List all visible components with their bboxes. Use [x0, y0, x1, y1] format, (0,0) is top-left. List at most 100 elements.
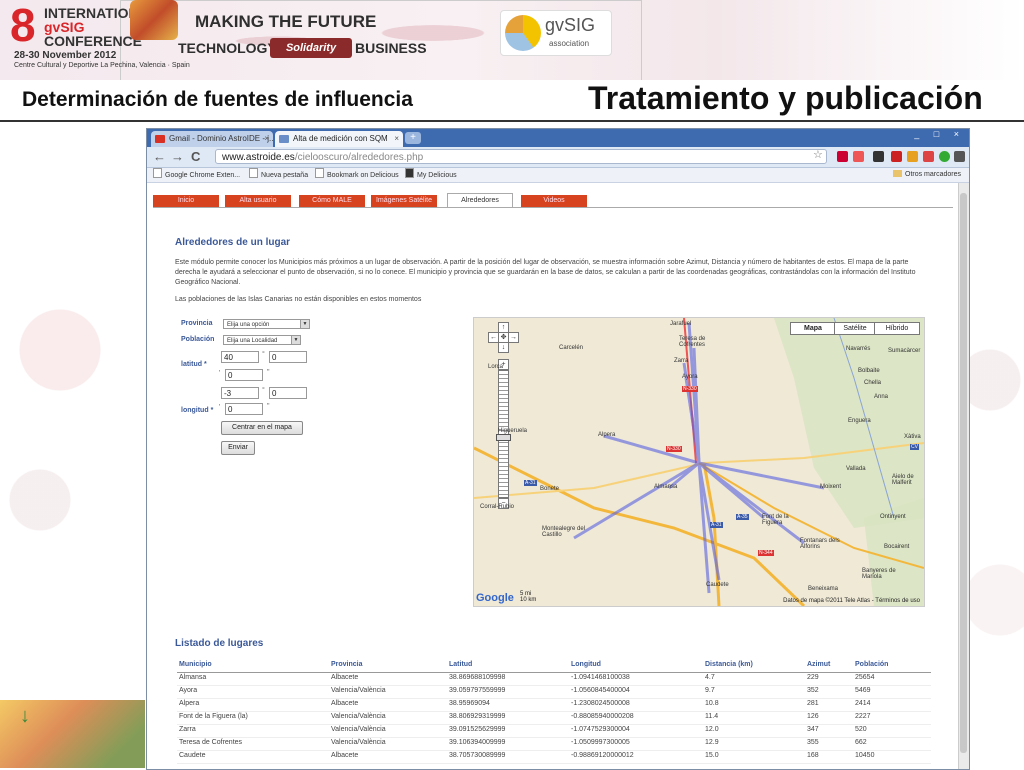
- table-header[interactable]: Provincia: [331, 661, 363, 668]
- extension-icon[interactable]: [873, 151, 884, 162]
- address-bar[interactable]: www.astroide.es/cielooscuro/alrededores.…: [215, 149, 827, 164]
- places-table: Municipio Provincia Latitud Longitud Dis…: [177, 660, 931, 764]
- zoom-slider-handle[interactable]: [496, 434, 511, 441]
- bookmark-item[interactable]: Nueva pestaña: [249, 168, 308, 183]
- table-header[interactable]: Longitud: [571, 661, 601, 668]
- extension-icon[interactable]: [923, 151, 934, 162]
- table-header[interactable]: Municipio: [179, 661, 212, 668]
- map-type-satelite[interactable]: Satélite: [834, 322, 876, 335]
- map-place-label: Aielo de Malferit: [892, 474, 914, 486]
- send-button[interactable]: Enviar: [221, 441, 255, 455]
- poblacion-select[interactable]: Elija una Localidad ▼: [223, 335, 301, 345]
- bookmark-item[interactable]: Bookmark on Delicious: [315, 168, 399, 183]
- table-cell: -1.2308024500008: [571, 700, 630, 707]
- map-copyright[interactable]: Datos de mapa ©2011 Tele Atlas - Término…: [783, 598, 920, 604]
- gvsig-logo-name: gvSIG: [545, 15, 596, 35]
- table-row: Zarra Valencia/València 39.091525629999 -1.…: [177, 725, 931, 738]
- reload-button[interactable]: C: [191, 149, 200, 165]
- menu-divider: [153, 207, 953, 208]
- road-label: N-330: [666, 446, 682, 452]
- wrench-icon[interactable]: [954, 151, 965, 162]
- lat-minutes-input[interactable]: 0: [269, 351, 307, 363]
- required-mark: *: [203, 361, 207, 368]
- menu-alta-usuario[interactable]: Alta usuario: [225, 195, 291, 207]
- extension-icon[interactable]: [837, 151, 848, 162]
- map-place-label: Almansa: [654, 484, 678, 490]
- latitud-label: latitud *: [181, 361, 207, 368]
- degree-symbol: °: [262, 351, 265, 358]
- table-cell: Teresa de Cofrentes: [179, 739, 243, 746]
- table-cell: Ayora: [179, 687, 198, 694]
- back-button[interactable]: ←: [153, 149, 166, 165]
- slogan-technology: TECHNOLOGY: [178, 40, 277, 56]
- menu-inicio[interactable]: Inicio: [153, 195, 219, 207]
- bookmark-star-icon[interactable]: ☆: [813, 148, 823, 161]
- bookmark-item[interactable]: My Delicious: [405, 168, 457, 183]
- table-cell: -0.88085940000208: [571, 713, 634, 720]
- page-scrollbar[interactable]: [958, 183, 969, 769]
- table-cell: Valencia/València: [331, 726, 386, 733]
- map-place-label: Sumacàrcer: [888, 348, 921, 354]
- close-tab-icon[interactable]: ×: [264, 131, 269, 147]
- gvsig-association-logo: gvSIG association: [500, 10, 612, 56]
- new-tab-button[interactable]: +: [405, 132, 421, 144]
- table-cell: Albacete: [331, 700, 359, 707]
- table-cell: 39.106394009999: [449, 739, 506, 746]
- second-symbol: ": [267, 403, 270, 410]
- lon-minutes-input[interactable]: 0: [269, 387, 307, 399]
- table-cell: 9.7: [705, 687, 715, 694]
- lat-seconds-input[interactable]: 0: [225, 369, 263, 381]
- other-bookmarks[interactable]: Otros marcadores: [893, 168, 961, 182]
- tab-gmail[interactable]: Gmail - Dominio AstroIDE - j... ×: [151, 131, 273, 147]
- center-map-button[interactable]: Centrar en el mapa: [221, 421, 303, 435]
- menu-videos[interactable]: Videos: [521, 195, 587, 207]
- tab-sqm[interactable]: Alta de medición con SQM ×: [275, 131, 403, 147]
- canarias-note: Las poblaciones de las Islas Canarias no…: [175, 296, 422, 303]
- window-controls[interactable]: _ □ ×: [914, 129, 965, 139]
- longitud-label-text: longitud: [181, 407, 209, 414]
- table-cell: 126: [807, 713, 819, 720]
- minute-symbol: ': [219, 404, 221, 411]
- map-place-label: Teresa de Cofrentes: [679, 336, 706, 348]
- table-cell: 229: [807, 674, 819, 681]
- menu-como-male[interactable]: Cómo MALE: [299, 195, 365, 207]
- lon-degrees-input[interactable]: -3: [221, 387, 259, 399]
- extension-icon[interactable]: [939, 151, 950, 162]
- scrollbar-thumb[interactable]: [960, 193, 967, 753]
- pan-right-icon[interactable]: →: [508, 332, 519, 343]
- table-header[interactable]: Azimut: [807, 661, 830, 668]
- extension-icon[interactable]: [907, 151, 918, 162]
- map-type-mapa[interactable]: Mapa: [790, 322, 836, 335]
- map-type-hibrido[interactable]: Híbrido: [874, 322, 920, 335]
- poblacion-selected-value: Elija una Localidad: [227, 338, 278, 344]
- table-header[interactable]: Latitud: [449, 661, 472, 668]
- road-label: N-344: [758, 550, 774, 556]
- map-place-label: Lorca: [488, 364, 504, 370]
- table-cell: 355: [807, 739, 819, 746]
- road-label: CV: [910, 444, 919, 450]
- table-cell: 5469: [855, 687, 871, 694]
- close-tab-icon[interactable]: ×: [394, 131, 399, 147]
- page-icon: [315, 168, 324, 178]
- menu-alrededores[interactable]: Alrededores: [447, 193, 513, 208]
- provincia-select[interactable]: Elija una opción ▼: [223, 319, 310, 329]
- extension-icon[interactable]: [853, 151, 864, 162]
- table-cell: 2414: [855, 700, 871, 707]
- forward-button[interactable]: →: [171, 149, 184, 165]
- browser-toolbar: ← → C www.astroide.es/cielooscuro/alrede…: [147, 147, 969, 168]
- conference-number: 8: [10, 0, 36, 51]
- table-header[interactable]: Distancia (km): [705, 661, 753, 668]
- google-map[interactable]: Mapa Satélite Híbrido ↑ ← ✥ → ↓ + − Jara…: [473, 317, 925, 607]
- extension-icon[interactable]: [891, 151, 902, 162]
- pan-down-icon[interactable]: ↓: [498, 342, 509, 353]
- map-place-label: Navarrés: [846, 346, 871, 352]
- table-header[interactable]: Población: [855, 661, 888, 668]
- lon-seconds-input[interactable]: 0: [225, 403, 263, 415]
- menu-imagenes-satelite[interactable]: Imágenes Satélite: [371, 195, 437, 207]
- lat-degrees-input[interactable]: 40: [221, 351, 259, 363]
- tab-sqm-label: Alta de medición con SQM: [293, 134, 388, 143]
- slogan-business: BUSINESS: [355, 40, 427, 56]
- map-place-label: Fontanars dels Alforins: [800, 538, 840, 550]
- bookmark-item[interactable]: Google Chrome Exten...: [153, 168, 240, 183]
- table-row: Alpera Albacete 38.95969094 -1.230802450000…: [177, 699, 931, 712]
